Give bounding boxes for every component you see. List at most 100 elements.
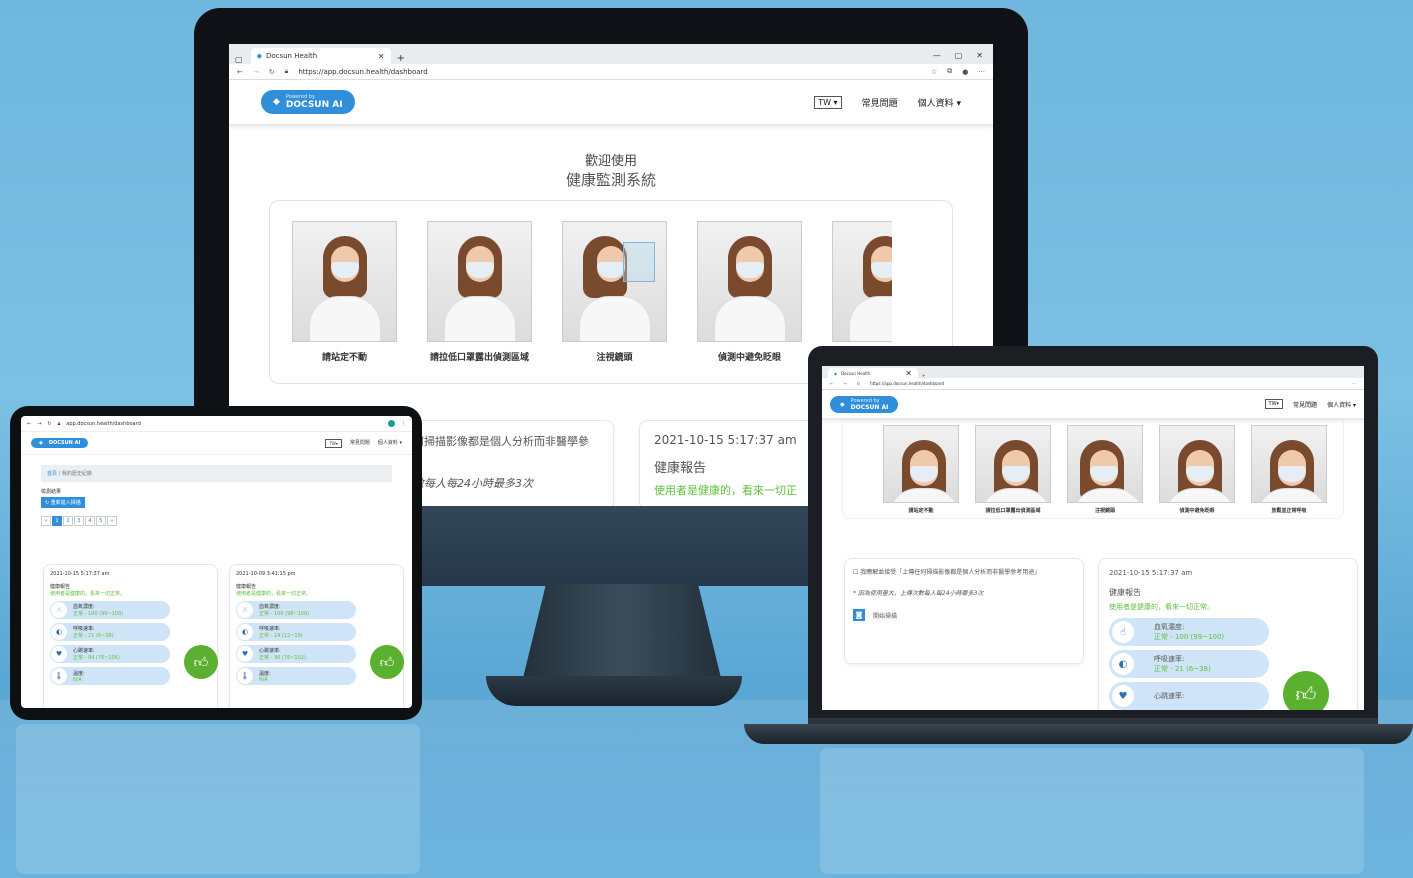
guide-card: 注視鏡頭 xyxy=(1067,425,1143,514)
minimize-icon[interactable]: — xyxy=(933,51,941,60)
docsun-logo[interactable]: ◆ DOCSUN AI xyxy=(31,438,89,448)
start-scan-button[interactable]: ◙ 開始掃描 xyxy=(853,609,1075,621)
address-bar: ← → ↻ 🔒︎ https://app.docsun.health/dashb… xyxy=(229,64,993,80)
url-input[interactable]: https://app.docsun.health/dashboard xyxy=(298,68,921,76)
page-link[interactable]: 1 xyxy=(52,516,62,526)
metric-value: 正常 - 14 (12~19) xyxy=(259,633,303,639)
guide-card: 請站定不動 xyxy=(883,425,959,514)
guide-label: 偵測中避免眨眼 xyxy=(717,353,781,363)
faq-link[interactable]: 常見問題 xyxy=(1293,400,1317,409)
report-time: 2021-10-15 5:17:37 am xyxy=(50,571,110,577)
logo-name: DOCSUN AI xyxy=(850,403,889,411)
guide-image xyxy=(1159,425,1235,503)
browser-tab[interactable]: ◆ Docsun Health ✕ xyxy=(250,48,391,64)
faq-link[interactable]: 常見問題 xyxy=(862,96,898,109)
logo-powered: Powered by xyxy=(850,397,880,404)
refresh-icon[interactable]: ↻ xyxy=(269,68,275,76)
lungs-icon: ◐ xyxy=(1112,653,1134,675)
more-icon[interactable]: ··· xyxy=(1352,381,1356,386)
rescan-button[interactable]: ↻ 重新進入掃描 xyxy=(41,497,85,508)
browser-tab[interactable]: ◆ Docsun Health ✕ xyxy=(828,368,918,378)
forward-icon[interactable]: → xyxy=(843,381,846,386)
url-input[interactable]: https://app.docsun.health/dashboard xyxy=(870,381,1342,386)
close-tab-icon[interactable]: ✕ xyxy=(378,52,385,61)
page-link[interactable]: 5 xyxy=(96,516,106,526)
guide-image xyxy=(832,221,892,342)
metric-name: 呼吸速率: xyxy=(73,626,95,632)
back-icon[interactable]: ← xyxy=(830,381,833,386)
metric-name: 呼吸速率: xyxy=(259,626,281,632)
back-icon[interactable]: ← xyxy=(237,68,243,76)
tablet-url[interactable]: app.docsun.health/dashboard xyxy=(66,421,382,427)
page-link[interactable]: 2 xyxy=(63,516,73,526)
metric-name: 血氧濃度: xyxy=(1154,623,1185,631)
guide-label: 注視鏡頭 xyxy=(596,353,633,363)
refresh-icon[interactable]: ↻ xyxy=(857,381,860,386)
collections-icon[interactable]: ⧉ xyxy=(947,67,952,76)
close-window-icon[interactable]: ✕ xyxy=(976,51,983,60)
lungs-icon: ◐ xyxy=(237,624,253,640)
tab-title: Docsun Health xyxy=(265,52,318,60)
laptop-screen: ◆ Docsun Health ✕ + ← → ↻ https://app.docsun… xyxy=(822,366,1364,710)
browser-tabbar: ▢ ◆ Docsun Health ✕ + — ▢ ✕ xyxy=(229,44,993,64)
guide-card: 偵測中避免眨眼 xyxy=(697,221,802,363)
page-prev[interactable]: « xyxy=(41,516,51,526)
faq-link[interactable]: 常見問題 xyxy=(350,439,370,448)
lock-icon: 🔒︎ xyxy=(284,67,289,75)
diamond-logo-icon: ◆ xyxy=(39,440,43,446)
report-title: 健康報告 xyxy=(654,461,707,476)
back-icon[interactable]: ← xyxy=(27,421,31,427)
page-link[interactable]: 3 xyxy=(74,516,84,526)
logo-name: DOCSUN AI xyxy=(285,100,343,110)
close-tab-icon[interactable]: ✕ xyxy=(905,369,912,378)
metric-pill: ☝ 血氧濃度: 正常 - 100 (99~100) xyxy=(50,601,170,619)
report-status: 使用者是健康的，看來一切正常。 xyxy=(1109,603,1214,611)
docsun-logo[interactable]: ◆ Powered by DOCSUN AI xyxy=(830,395,899,413)
thumbs-up-icon: 👍︎ xyxy=(1283,671,1329,710)
thumbs-up-icon: 👍︎ xyxy=(370,645,404,679)
consent-text: 何掃描影像都是個人分析而非醫學參 xyxy=(413,435,589,448)
report-time: 2021-10-15 5:17:37 am xyxy=(1109,569,1193,577)
guide-image xyxy=(1251,425,1327,503)
more-icon[interactable]: ··· xyxy=(978,68,985,76)
metric-value: 正常 - 100 (99~100) xyxy=(1154,633,1225,641)
new-tab-icon[interactable]: + xyxy=(922,373,925,378)
profile-label: 個人資料 xyxy=(1327,401,1352,409)
guide-image xyxy=(883,425,959,503)
refresh-icon[interactable]: ↻ xyxy=(47,421,51,427)
profile-menu[interactable]: 個人資料 ▾ xyxy=(1327,400,1356,409)
forward-icon[interactable]: → xyxy=(37,421,41,427)
consent-text: 我瞭解並接受「上傳任何掃描影像都是個人分析而非醫學參考用途」 xyxy=(860,569,1041,576)
favorite-icon[interactable]: ☆ xyxy=(931,68,937,76)
laptop-base xyxy=(744,724,1413,744)
profile-icon[interactable]: ● xyxy=(962,68,968,76)
metric-name: 心跳速率: xyxy=(73,648,95,654)
page-next[interactable]: » xyxy=(107,516,117,526)
metric-pill: 🌡︎ 溫度: N/A xyxy=(236,667,356,685)
forward-icon[interactable]: → xyxy=(253,68,259,76)
metric-pill: ☝ 血氧濃度: 正常 - 100 (98~100) xyxy=(236,601,356,619)
consent-card: 何掃描影像都是個人分析而非醫學參 數每人每24小時最多3次 xyxy=(404,420,614,506)
metric-pill: ◐ 呼吸速率: 正常 - 14 (12~19) xyxy=(236,623,356,641)
language-select[interactable]: TW▾ xyxy=(1264,399,1284,409)
profile-icon[interactable] xyxy=(388,420,395,427)
consent-checkbox-row[interactable]: ☐ 我瞭解並接受「上傳任何掃描影像都是個人分析而非醫學參考用途」 xyxy=(853,567,1075,576)
guide-label: 偵測中避免眨眼 xyxy=(1179,508,1215,514)
guide-label: 請站定不動 xyxy=(321,353,367,363)
language-select[interactable]: TW ▾ xyxy=(814,95,842,109)
tab-actions-icon[interactable]: ▢ xyxy=(235,55,243,64)
breadcrumb-home[interactable]: 首頁 xyxy=(47,471,57,477)
maximize-icon[interactable]: ▢ xyxy=(955,51,963,60)
page-link[interactable]: 4 xyxy=(85,516,95,526)
monitor-stand-neck xyxy=(522,584,722,682)
profile-menu[interactable]: 個人資料 ▾ xyxy=(378,439,402,448)
lungs-icon: ◐ xyxy=(51,624,67,640)
profile-label: 個人資料 xyxy=(917,98,954,109)
report-title: 健康報告 xyxy=(1109,588,1141,597)
new-tab-icon[interactable]: + xyxy=(397,53,405,64)
metric-value: 正常 - 21 (6~38) xyxy=(73,633,114,639)
docsun-logo[interactable]: ◆ Powered by DOCSUN AI xyxy=(261,90,355,114)
profile-menu[interactable]: 個人資料 ▾ xyxy=(918,96,961,109)
more-icon[interactable]: ⋮ xyxy=(401,421,406,427)
language-select[interactable]: TW▾ xyxy=(325,438,342,448)
